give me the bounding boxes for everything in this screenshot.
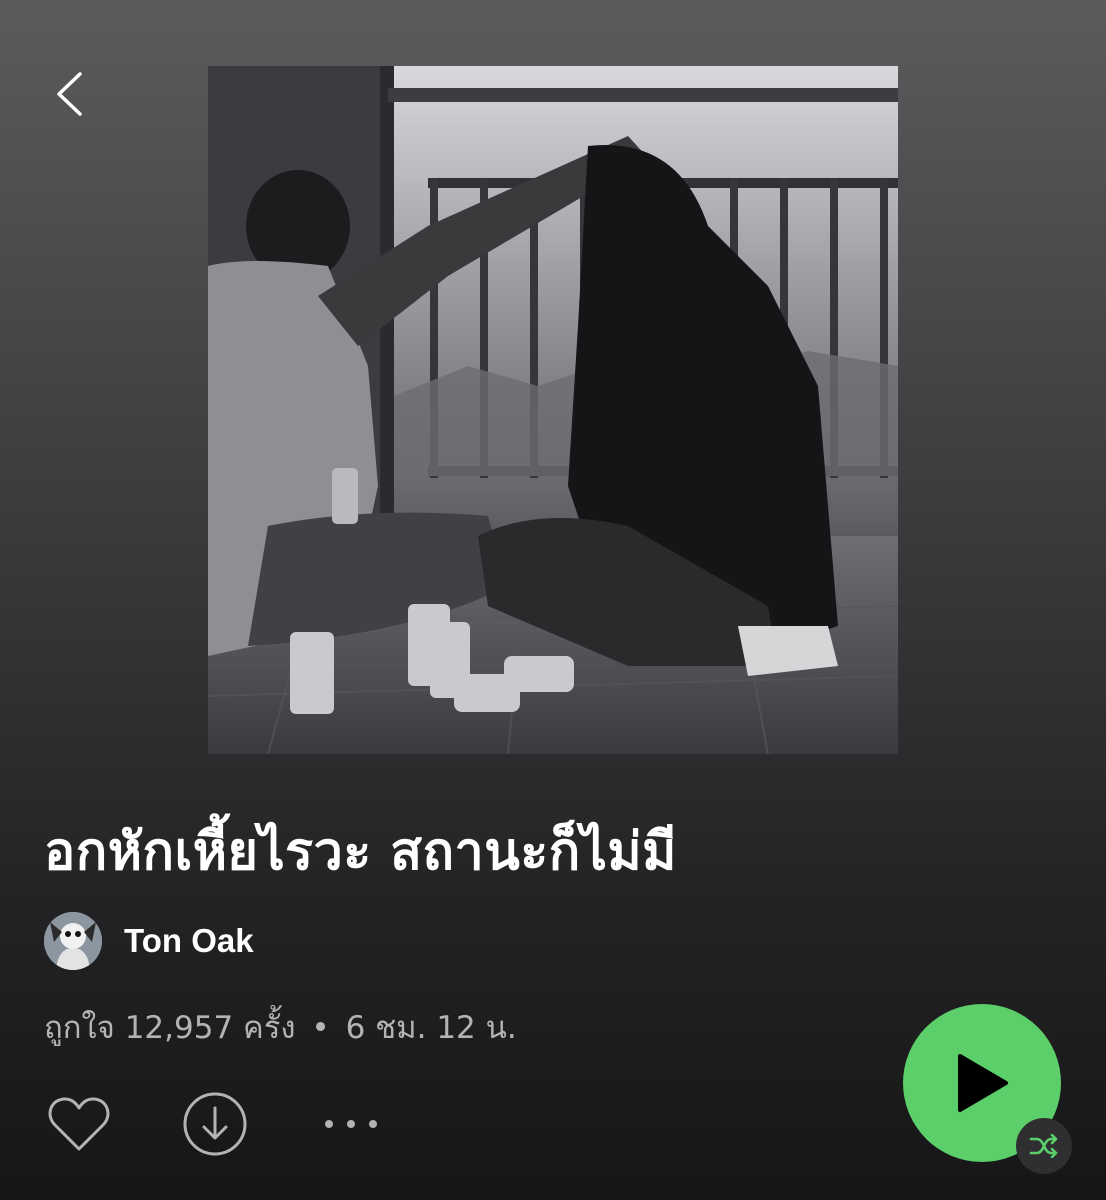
playlist-meta: ถูกใจ 12,957 ครั้ง • 6 ชม. 12 น. — [44, 1002, 517, 1052]
more-options-button[interactable] — [316, 1089, 386, 1159]
total-duration: 6 ชม. 12 น. — [345, 1010, 517, 1046]
download-button[interactable] — [180, 1089, 250, 1159]
play-icon — [958, 1054, 1008, 1112]
owner-link[interactable]: Ton Oak — [44, 912, 254, 970]
playlist-title: อกหักเหี้ยไรวะ สถานะก็ไม่มี — [44, 822, 677, 882]
action-bar — [44, 1090, 386, 1158]
shuffle-button[interactable] — [1016, 1118, 1072, 1174]
like-button[interactable] — [44, 1089, 114, 1159]
playlist-cover — [208, 66, 898, 754]
back-button[interactable] — [44, 66, 94, 122]
avatar-image — [44, 912, 102, 970]
download-circle-icon — [183, 1092, 247, 1156]
likes-count: ถูกใจ 12,957 ครั้ง — [44, 1010, 296, 1046]
more-dots-icon — [325, 1120, 377, 1128]
avatar — [44, 912, 102, 970]
heart-icon — [48, 1097, 110, 1151]
shuffle-icon — [1029, 1134, 1058, 1158]
owner-name: Ton Oak — [124, 922, 254, 959]
chevron-left-icon — [57, 72, 82, 116]
meta-separator: • — [311, 1010, 330, 1046]
